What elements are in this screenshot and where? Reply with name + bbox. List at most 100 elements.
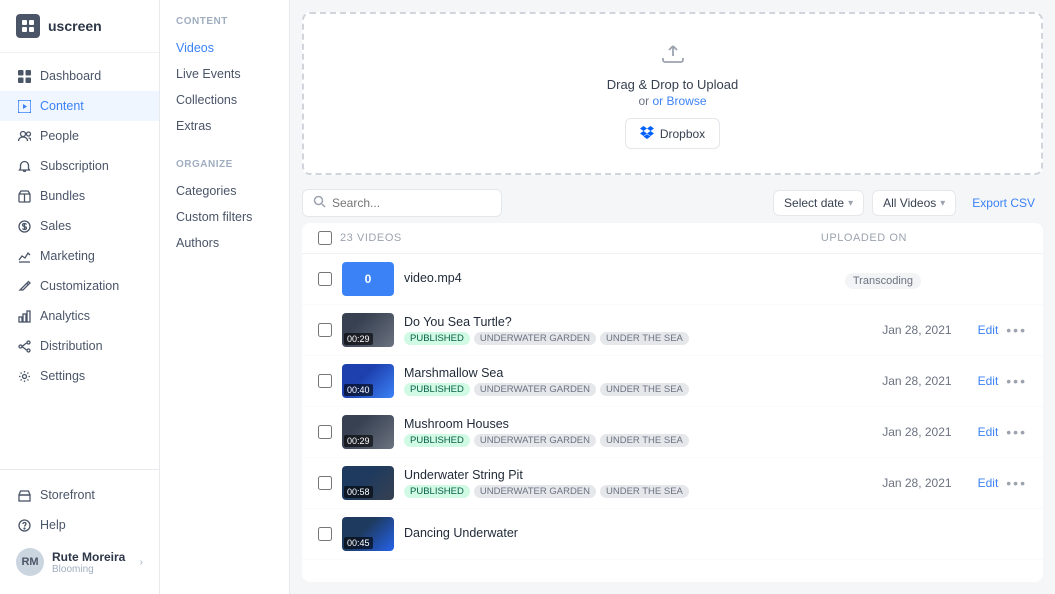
menu-item-custom-filters[interactable]: Custom filters [160, 204, 289, 230]
video-duration: 00:58 [344, 486, 373, 498]
more-options-button[interactable]: ••• [1006, 373, 1027, 389]
select-all-checkbox[interactable] [318, 231, 332, 245]
sidebar-item-sales[interactable]: Sales [0, 211, 159, 241]
video-title: video.mp4 [404, 271, 835, 285]
sidebar-item-label: Storefront [40, 488, 95, 502]
upload-area[interactable]: Drag & Drop to Upload or or Browse Dropb… [302, 12, 1043, 175]
video-date: Jan 28, 2021 [872, 323, 952, 337]
table-row: 00:40 Marshmallow Sea PUBLISHED UNDERWAT… [302, 356, 1043, 407]
sidebar-item-bundles[interactable]: Bundles [0, 181, 159, 211]
edit-button[interactable]: Edit [978, 476, 999, 490]
video-duration: 00:29 [344, 333, 373, 345]
sidebar-item-help[interactable]: Help [0, 510, 159, 540]
tag-published: PUBLISHED [404, 332, 470, 345]
tag-category: UNDERWATER GARDEN [474, 383, 596, 396]
video-date: Jan 28, 2021 [872, 476, 952, 490]
menu-item-collections[interactable]: Collections [160, 87, 289, 113]
video-checkbox[interactable] [318, 527, 332, 541]
export-csv-button[interactable]: Export CSV [964, 191, 1043, 215]
video-tags: PUBLISHED UNDERWATER GARDEN UNDER THE SE… [404, 383, 862, 396]
edit-icon [16, 278, 32, 294]
browse-link[interactable]: or Browse [652, 94, 706, 108]
menu-item-live-events[interactable]: Live Events [160, 61, 289, 87]
gear-icon [16, 368, 32, 384]
video-thumb: 00:29 [342, 415, 394, 449]
video-title: Marshmallow Sea [404, 366, 862, 380]
video-checkbox[interactable] [318, 272, 332, 286]
chevron-icon: › [140, 557, 143, 568]
menu-section-organize: ORGANIZE Categories Custom filters Autho… [160, 159, 289, 256]
dropbox-button[interactable]: Dropbox [625, 118, 720, 149]
select-date-dropdown[interactable]: Select date ▾ [773, 190, 864, 216]
toolbar: Select date ▾ All Videos ▾ Export CSV [290, 183, 1055, 223]
sidebar-item-marketing[interactable]: Marketing [0, 241, 159, 271]
video-title: Do You Sea Turtle? [404, 315, 862, 329]
video-thumb: 0 [342, 262, 394, 296]
search-input[interactable] [332, 196, 491, 210]
sidebar-item-distribution[interactable]: Distribution [0, 331, 159, 361]
video-thumb: 00:29 [342, 313, 394, 347]
sidebar-item-dashboard[interactable]: Dashboard [0, 61, 159, 91]
sidebar-item-content[interactable]: Content [0, 91, 159, 121]
upload-icon [659, 38, 687, 69]
edit-button[interactable]: Edit [978, 425, 999, 439]
logo-area: uscreen [0, 0, 159, 53]
uploaded-on-header: UPLOADED ON [821, 232, 907, 244]
table-row: 00:29 Mushroom Houses PUBLISHED UNDERWAT… [302, 407, 1043, 458]
sidebar-item-people[interactable]: People [0, 121, 159, 151]
main-content: Drag & Drop to Upload or or Browse Dropb… [290, 0, 1055, 594]
sidebar-item-subscription[interactable]: Subscription [0, 151, 159, 181]
sidebar-item-label: Analytics [40, 309, 90, 323]
sidebar-item-customization[interactable]: Customization [0, 271, 159, 301]
more-options-button[interactable]: ••• [1006, 475, 1027, 491]
dropbox-icon [640, 125, 654, 142]
table-row: 0 video.mp4 Transcoding [302, 254, 1043, 305]
select-date-label: Select date [784, 196, 844, 210]
play-icon [16, 98, 32, 114]
edit-button[interactable]: Edit [978, 323, 999, 337]
video-info: Dancing Underwater [404, 526, 911, 543]
menu-item-extras[interactable]: Extras [160, 113, 289, 139]
help-icon [16, 517, 32, 533]
video-actions: Edit ••• [978, 424, 1027, 440]
video-checkbox[interactable] [318, 476, 332, 490]
menu-section-content: CONTENT Videos Live Events Collections E… [160, 16, 289, 139]
video-date: Jan 28, 2021 [872, 374, 952, 388]
sidebar-item-label: Marketing [40, 249, 95, 263]
edit-button[interactable]: Edit [978, 374, 999, 388]
sidebar-item-analytics[interactable]: Analytics [0, 301, 159, 331]
video-duration: 00:29 [344, 435, 373, 447]
tag-category: UNDER THE SEA [600, 332, 689, 345]
more-options-button[interactable]: ••• [1006, 424, 1027, 440]
menu-item-videos[interactable]: Videos [160, 35, 289, 61]
search-box[interactable] [302, 189, 502, 217]
sidebar-item-label: Settings [40, 369, 85, 383]
video-thumb: 00:58 [342, 466, 394, 500]
table-row: 00:58 Underwater String Pit PUBLISHED UN… [302, 458, 1043, 509]
sidebar-bottom: Storefront Help RM Rute Moreira Blooming… [0, 469, 159, 594]
video-title: Underwater String Pit [404, 468, 862, 482]
video-tags: PUBLISHED UNDERWATER GARDEN UNDER THE SE… [404, 485, 862, 498]
sidebar-item-settings[interactable]: Settings [0, 361, 159, 391]
menu-item-categories[interactable]: Categories [160, 178, 289, 204]
all-videos-dropdown[interactable]: All Videos ▾ [872, 190, 956, 216]
package-icon [16, 188, 32, 204]
tag-category: UNDERWATER GARDEN [474, 485, 596, 498]
sidebar-item-label: Help [40, 518, 66, 532]
store-icon [16, 487, 32, 503]
sidebar-item-label: Subscription [40, 159, 109, 173]
menu-item-authors[interactable]: Authors [160, 230, 289, 256]
user-profile-item[interactable]: RM Rute Moreira Blooming › [0, 540, 159, 584]
sidebar-item-label: Bundles [40, 189, 85, 203]
more-options-button[interactable]: ••• [1006, 322, 1027, 338]
video-title: Dancing Underwater [404, 526, 911, 540]
video-checkbox[interactable] [318, 374, 332, 388]
video-date: Jan 28, 2021 [872, 425, 952, 439]
table-row: 00:29 Do You Sea Turtle? PUBLISHED UNDER… [302, 305, 1043, 356]
search-icon [313, 195, 326, 211]
video-checkbox[interactable] [318, 425, 332, 439]
sidebar-item-label: Dashboard [40, 69, 101, 83]
video-checkbox[interactable] [318, 323, 332, 337]
dropbox-label: Dropbox [660, 127, 705, 141]
sidebar-item-storefront[interactable]: Storefront [0, 480, 159, 510]
